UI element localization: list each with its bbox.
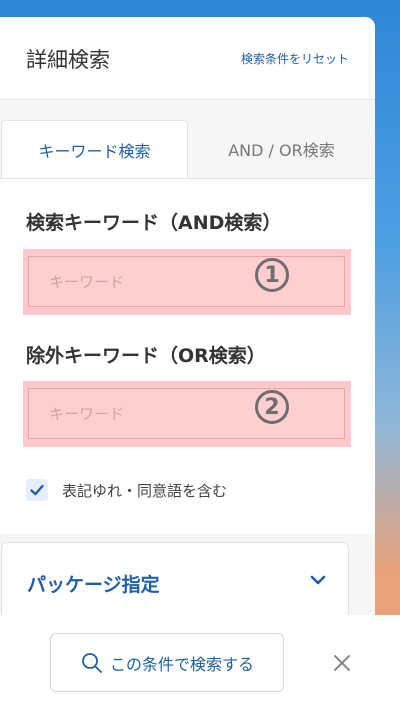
tab-keyword-search[interactable]: キーワード検索: [1, 120, 188, 178]
exclude-keyword-label: 除外キーワード（OR検索）: [26, 345, 266, 367]
synonym-option[interactable]: 表記ゆれ・同意語を含む: [26, 479, 227, 501]
and-keyword-label: 検索キーワード（AND検索）: [26, 212, 282, 234]
annotation-marker-1: 1: [255, 258, 289, 292]
and-keyword-highlight: 1: [23, 249, 351, 315]
footer-bar: この条件で検索する: [0, 615, 400, 710]
reset-conditions-link[interactable]: 検索条件をリセット: [241, 50, 349, 67]
page-title: 詳細検索: [26, 48, 110, 72]
chevron-down-icon: [310, 575, 326, 585]
search-submit-button[interactable]: この条件で検索する: [50, 633, 284, 692]
panel-header: 詳細検索 検索条件をリセット: [0, 17, 375, 100]
search-icon: [82, 652, 102, 673]
package-accordion-label: パッケージ指定: [27, 574, 160, 596]
and-keyword-field: [28, 256, 345, 307]
annotation-marker-2: 2: [255, 390, 289, 424]
exclude-keyword-field: [28, 388, 345, 439]
search-panel: 詳細検索 検索条件をリセット キーワード検索 AND / OR検索 検索キーワー…: [0, 17, 375, 710]
close-icon[interactable]: [332, 653, 352, 673]
keyword-search-form: 検索キーワード（AND検索） 1 除外キーワード（OR検索） 2 表記ゆれ・同意…: [0, 178, 375, 534]
exclude-keyword-input[interactable]: [29, 389, 344, 438]
search-submit-label: この条件で検索する: [109, 654, 254, 674]
synonym-checkbox[interactable]: [26, 479, 48, 501]
exclude-keyword-highlight: 2: [23, 381, 351, 447]
and-keyword-input[interactable]: [29, 257, 344, 306]
synonym-label: 表記ゆれ・同意語を含む: [62, 481, 228, 500]
tab-and-or-search[interactable]: AND / OR検索: [188, 120, 375, 178]
check-icon: [30, 484, 44, 496]
search-tabs: キーワード検索 AND / OR検索: [0, 100, 375, 178]
